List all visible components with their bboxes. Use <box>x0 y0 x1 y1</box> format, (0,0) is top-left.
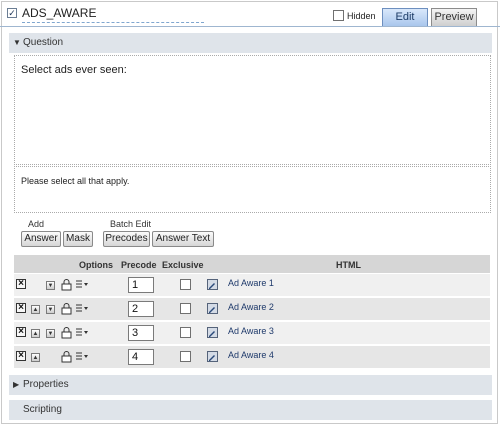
triangle-right-icon: ▶ <box>13 380 20 389</box>
exclusive-checkbox[interactable] <box>180 351 191 362</box>
list-menu-icon[interactable] <box>76 280 88 290</box>
move-up-icon[interactable]: ▲ <box>31 353 40 362</box>
table-row: × ▲ ▼ Ad Aware 2 <box>14 298 490 321</box>
question-text-field[interactable]: Select ads ever seen: <box>14 55 491 165</box>
precode-input[interactable] <box>128 325 154 341</box>
answers-table-header: Options Precode Exclusive HTML <box>14 255 490 273</box>
hidden-label: Hidden <box>347 11 376 21</box>
hidden-checkbox[interactable] <box>333 10 344 21</box>
move-up-icon[interactable]: ▲ <box>31 329 40 338</box>
list-menu-icon[interactable] <box>76 328 88 338</box>
exclusive-column-header: Exclusive <box>162 260 204 270</box>
question-select-checkbox[interactable]: ✓ <box>7 8 17 18</box>
batch-precodes-button[interactable]: Precodes <box>103 231 150 247</box>
exclusive-checkbox[interactable] <box>180 327 191 338</box>
triangle-down-icon: ▼ <box>13 38 21 47</box>
edit-html-icon[interactable] <box>207 303 218 314</box>
properties-section-label: Properties <box>23 379 69 390</box>
add-answer-button[interactable]: Answer <box>21 231 61 247</box>
move-down-icon[interactable]: ▼ <box>46 281 55 290</box>
delete-x-icon[interactable]: × <box>16 279 26 289</box>
batch-answer-text-button[interactable]: Answer Text <box>152 231 214 247</box>
scripting-section-label: Scripting <box>23 404 62 415</box>
table-row: × ▼ Ad Aware 1 <box>14 274 490 297</box>
delete-x-icon[interactable]: × <box>16 327 26 337</box>
move-up-icon[interactable]: ▲ <box>31 305 40 314</box>
question-title[interactable]: ADS_AWARE <box>22 6 204 23</box>
answer-html-label[interactable]: Ad Aware 4 <box>228 350 274 360</box>
answer-html-label[interactable]: Ad Aware 1 <box>228 278 274 288</box>
list-menu-icon[interactable] <box>76 352 88 362</box>
list-menu-icon[interactable] <box>76 304 88 314</box>
table-row: × ▲ Ad Aware 4 <box>14 346 490 369</box>
table-row: × ▲ ▼ Ad Aware 3 <box>14 322 490 345</box>
scripting-section-header[interactable]: Scripting <box>9 400 492 420</box>
question-section-header[interactable]: ▼ Question <box>9 33 492 53</box>
precode-input[interactable] <box>128 301 154 317</box>
precode-column-header: Precode <box>121 260 157 270</box>
edit-html-icon[interactable] <box>207 327 218 338</box>
edit-html-icon[interactable] <box>207 279 218 290</box>
html-column-header: HTML <box>336 260 361 270</box>
properties-section-header[interactable]: ▶ Properties <box>9 375 492 395</box>
move-down-icon[interactable]: ▼ <box>46 305 55 314</box>
answer-html-label[interactable]: Ad Aware 3 <box>228 326 274 336</box>
lock-icon[interactable] <box>61 279 72 291</box>
add-label: Add <box>28 219 45 229</box>
question-instruction-field[interactable]: Please select all that apply. <box>14 166 491 213</box>
move-down-icon[interactable]: ▼ <box>46 329 55 338</box>
add-mask-button[interactable]: Mask <box>63 231 93 247</box>
batch-edit-label: Batch Edit <box>110 219 152 229</box>
answer-html-label[interactable]: Ad Aware 2 <box>228 302 274 312</box>
question-section-label: Question <box>23 37 64 48</box>
delete-x-icon[interactable]: × <box>16 351 26 361</box>
precode-input[interactable] <box>128 349 154 365</box>
edit-html-icon[interactable] <box>207 351 218 362</box>
lock-icon[interactable] <box>61 303 72 315</box>
exclusive-checkbox[interactable] <box>180 303 191 314</box>
lock-icon[interactable] <box>61 327 72 339</box>
precode-input[interactable] <box>128 277 154 293</box>
delete-x-icon[interactable]: × <box>16 303 26 313</box>
tab-edit[interactable]: Edit <box>382 8 428 26</box>
options-column-header: Options <box>79 260 113 270</box>
exclusive-checkbox[interactable] <box>180 279 191 290</box>
header-divider <box>0 26 500 27</box>
lock-icon[interactable] <box>61 351 72 363</box>
tab-preview[interactable]: Preview <box>431 8 477 26</box>
